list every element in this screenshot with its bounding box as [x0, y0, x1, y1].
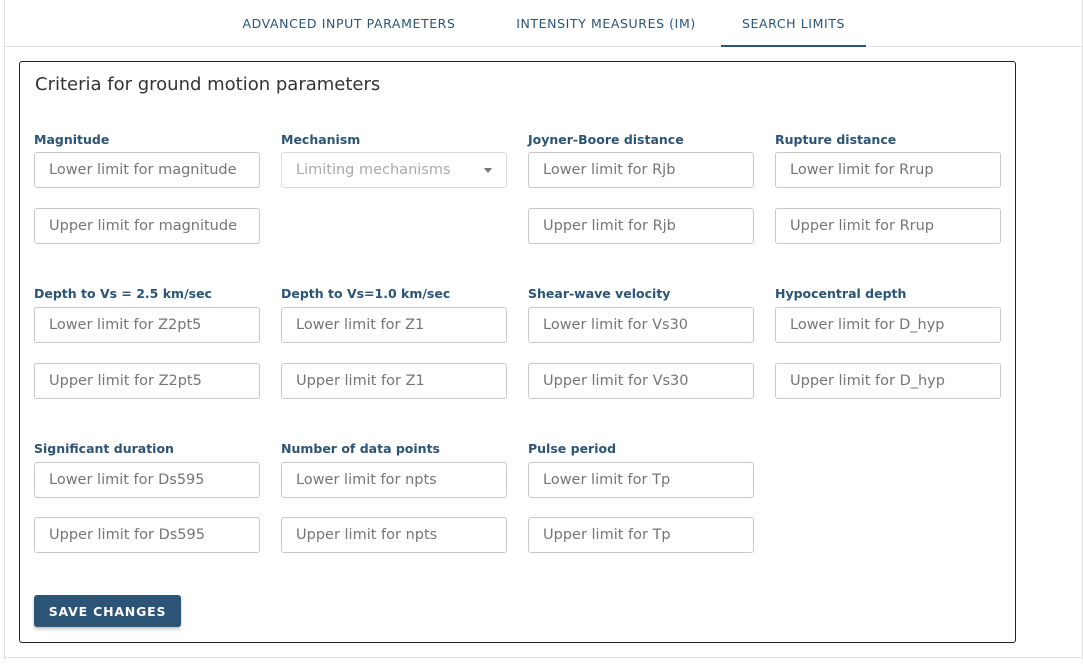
- tp-upper-input[interactable]: [528, 517, 754, 553]
- vs30-label: Shear-wave velocity: [528, 286, 671, 301]
- rrup-lower-input[interactable]: [775, 152, 1001, 188]
- npts-lower-input[interactable]: [281, 462, 507, 498]
- rrup-label: Rupture distance: [775, 132, 897, 147]
- save-changes-button[interactable]: SAVE CHANGES: [34, 595, 181, 627]
- tab-advanced-input-parameters[interactable]: ADVANCED INPUT PARAMETERS: [220, 0, 478, 47]
- mechanism-select[interactable]: Limiting mechanisms: [281, 152, 507, 188]
- tp-label: Pulse period: [528, 441, 617, 456]
- tp-lower-input[interactable]: [528, 462, 754, 498]
- ds595-upper-input[interactable]: [34, 517, 260, 553]
- npts-upper-input[interactable]: [281, 517, 507, 553]
- rrup-upper-input[interactable]: [775, 208, 1001, 244]
- card-title: Criteria for ground motion parameters: [35, 74, 381, 95]
- npts-label: Number of data points: [281, 441, 440, 456]
- magnitude-label: Magnitude: [34, 132, 110, 147]
- vs30-lower-input[interactable]: [528, 307, 754, 343]
- z1-lower-input[interactable]: [281, 307, 507, 343]
- bottom-divider: [4, 657, 1083, 658]
- z2pt5-upper-input[interactable]: [34, 363, 260, 399]
- caret-down-icon: [484, 168, 492, 173]
- z2pt5-label: Depth to Vs = 2.5 km/sec: [34, 286, 212, 301]
- ds595-label: Significant duration: [34, 441, 174, 456]
- dhyp-label: Hypocentral depth: [775, 286, 907, 301]
- ds595-lower-input[interactable]: [34, 462, 260, 498]
- criteria-card: Criteria for ground motion parameters Ma…: [19, 61, 1016, 643]
- z1-label: Depth to Vs=1.0 km/sec: [281, 286, 451, 301]
- mechanism-label: Mechanism: [281, 132, 361, 147]
- magnitude-upper-input[interactable]: [34, 208, 260, 244]
- rjb-lower-input[interactable]: [528, 152, 754, 188]
- dhyp-lower-input[interactable]: [775, 307, 1001, 343]
- tab-search-limits[interactable]: SEARCH LIMITS: [721, 0, 866, 47]
- rjb-upper-input[interactable]: [528, 208, 754, 244]
- magnitude-lower-input[interactable]: [34, 152, 260, 188]
- mechanism-placeholder: Limiting mechanisms: [296, 162, 451, 178]
- dhyp-upper-input[interactable]: [775, 363, 1001, 399]
- rjb-label: Joyner-Boore distance: [528, 132, 684, 147]
- tab-intensity-measures[interactable]: INTENSITY MEASURES (IM): [497, 0, 715, 47]
- vs30-upper-input[interactable]: [528, 363, 754, 399]
- z1-upper-input[interactable]: [281, 363, 507, 399]
- tab-bar: ADVANCED INPUT PARAMETERS INTENSITY MEAS…: [4, 0, 1083, 47]
- z2pt5-lower-input[interactable]: [34, 307, 260, 343]
